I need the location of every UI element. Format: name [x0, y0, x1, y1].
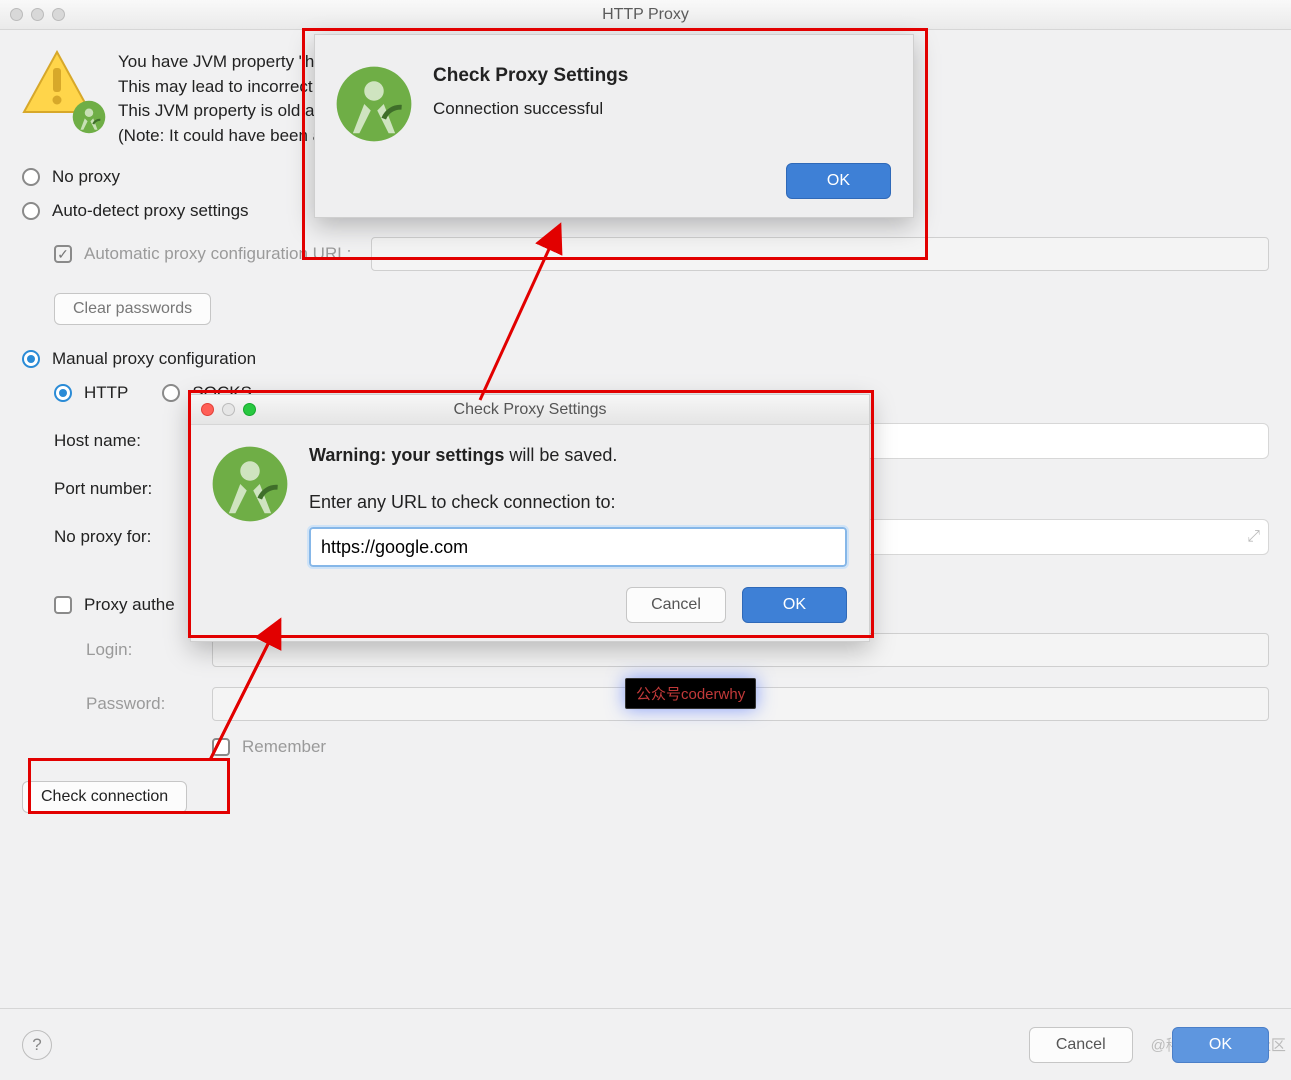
help-button[interactable]: ? — [22, 1030, 52, 1060]
dialog-minimize-icon[interactable] — [222, 403, 235, 416]
dialog-cancel-button[interactable]: Cancel — [626, 587, 726, 623]
window-titlebar: HTTP Proxy — [0, 0, 1291, 30]
dialog-zoom-icon[interactable] — [243, 403, 256, 416]
proxy-auth-label: Proxy authe — [84, 595, 175, 615]
success-ok-button[interactable]: OK — [786, 163, 891, 199]
footer-ok-button[interactable]: OK — [1172, 1027, 1269, 1063]
traffic-minimize[interactable] — [31, 8, 44, 21]
footer-cancel-button[interactable]: Cancel — [1029, 1027, 1133, 1063]
warning-icon — [22, 50, 100, 128]
remember-row: Remember — [212, 737, 1269, 757]
success-message: Connection successful — [433, 99, 891, 119]
checkbox-icon — [212, 738, 230, 756]
check-connection-label: Check connection — [41, 788, 168, 806]
remember-label: Remember — [242, 737, 326, 757]
footer-cancel-label: Cancel — [1056, 1036, 1106, 1054]
dialog-close-icon[interactable] — [201, 403, 214, 416]
manual-proxy-option[interactable]: Manual proxy configuration — [22, 349, 1269, 369]
clear-passwords-label: Clear passwords — [73, 300, 192, 318]
no-proxy-label: No proxy — [52, 167, 120, 187]
host-label: Host name: — [54, 431, 194, 451]
radio-icon — [22, 350, 40, 368]
help-icon: ? — [32, 1035, 41, 1055]
http-label: HTTP — [84, 383, 128, 403]
auto-detect-label: Auto-detect proxy settings — [52, 201, 249, 221]
url-input[interactable] — [309, 527, 847, 567]
footer-bar: ? Cancel @稀土掘金技术社区 OK — [0, 1008, 1291, 1080]
success-ok-label: OK — [827, 172, 850, 190]
password-label: Password: — [86, 694, 196, 714]
traffic-close[interactable] — [10, 8, 23, 21]
success-title: Check Proxy Settings — [433, 65, 891, 87]
auto-config-url-input — [371, 237, 1269, 271]
footer-ok-label: OK — [1209, 1036, 1232, 1054]
dialog-cancel-label: Cancel — [651, 596, 701, 614]
android-studio-icon — [211, 445, 289, 523]
port-label: Port number: — [54, 479, 194, 499]
check-connection-button[interactable]: Check connection — [22, 781, 187, 813]
dialog-ok-label: OK — [783, 596, 806, 614]
traffic-zoom[interactable] — [52, 8, 65, 21]
traffic-lights — [10, 8, 65, 21]
radio-icon — [162, 384, 180, 402]
manual-proxy-label: Manual proxy configuration — [52, 349, 256, 369]
radio-icon — [22, 168, 40, 186]
watermark-badge: 公众号coderwhy — [625, 678, 756, 709]
clear-passwords-button[interactable]: Clear passwords — [54, 293, 211, 325]
expand-icon[interactable]: ⤢ — [1247, 528, 1260, 546]
dialog-prompt: Enter any URL to check connection to: — [309, 492, 847, 513]
login-label: Login: — [86, 640, 196, 660]
dialog-titlebar: Check Proxy Settings — [191, 395, 869, 425]
dialog-title: Check Proxy Settings — [191, 401, 869, 419]
dialog-ok-button[interactable]: OK — [742, 587, 847, 623]
radio-icon — [22, 202, 40, 220]
radio-icon — [54, 384, 72, 402]
checkbox-icon — [54, 596, 72, 614]
check-proxy-success-dialog: Check Proxy Settings Connection successf… — [314, 34, 914, 218]
android-studio-icon — [335, 65, 413, 143]
auto-config-url-row: ✓ Automatic proxy configuration URL: — [54, 237, 1269, 271]
window-title: HTTP Proxy — [0, 6, 1291, 24]
http-option[interactable]: HTTP — [54, 383, 128, 403]
check-proxy-url-dialog: Check Proxy Settings Warning: your setti… — [190, 394, 870, 642]
dialog-warning-text: Warning: your settings will be saved. — [309, 445, 847, 466]
auto-config-url-label: Automatic proxy configuration URL: — [84, 244, 351, 264]
noproxy-for-label: No proxy for: — [54, 527, 194, 547]
checkbox-icon: ✓ — [54, 245, 72, 263]
android-studio-badge-icon — [72, 100, 106, 134]
